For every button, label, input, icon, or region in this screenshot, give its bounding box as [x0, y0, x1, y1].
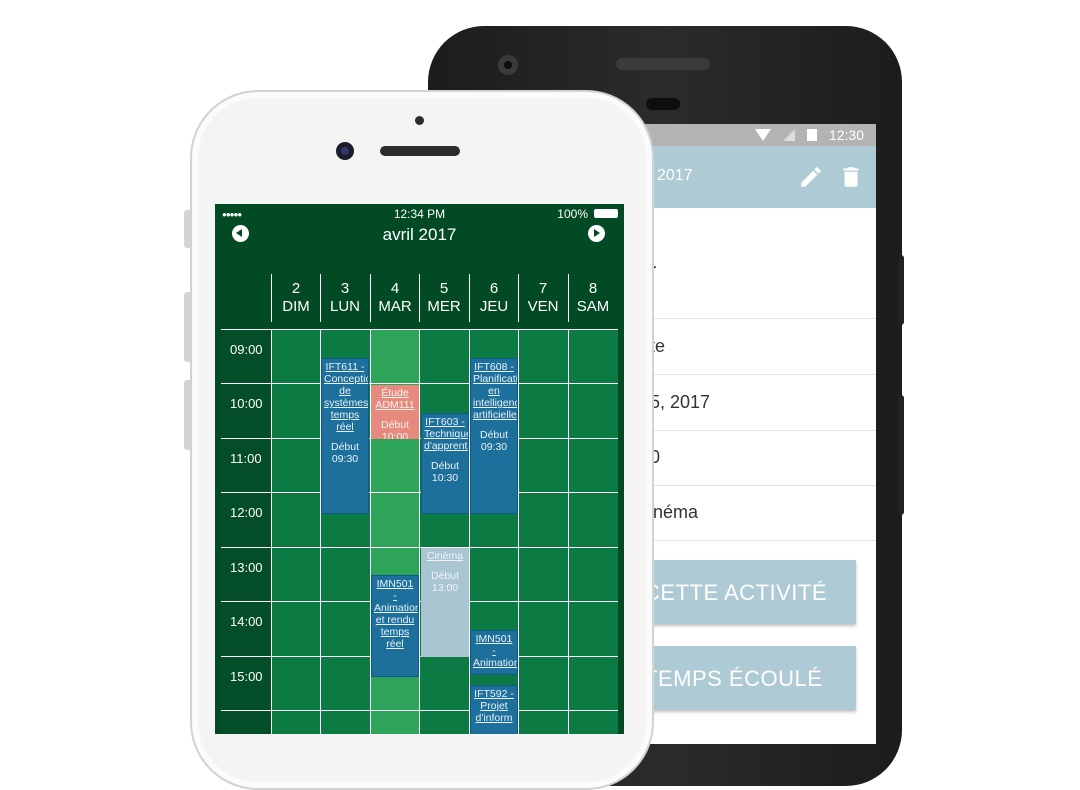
day-number: 4	[390, 280, 400, 297]
week-grid[interactable]: 09:00 10:00 11:00 12:00 13:00 14:00 15:0…	[221, 329, 618, 734]
day-number: 6	[489, 280, 499, 297]
day-header-wed[interactable]: 5 MER	[419, 280, 469, 322]
event-block[interactable]: IFT611 - Conception de systèmes temps ré…	[321, 358, 369, 514]
button-label: TEMPS ÉCOULÉ	[644, 666, 823, 691]
ios-status-bar: ●●●●● 12:34 PM 100%	[215, 204, 624, 222]
grid-line	[221, 438, 618, 439]
iphone-front-camera	[336, 142, 354, 160]
battery-icon	[806, 129, 817, 141]
time-label: 09:00	[230, 342, 263, 357]
time-label: 14:00	[230, 614, 263, 629]
day-number: 5	[439, 280, 449, 297]
event-block[interactable]: IFT608 - Planification en intelligence a…	[470, 358, 518, 514]
day-number: 7	[538, 280, 548, 297]
android-speaker	[616, 58, 710, 70]
grid-line	[221, 383, 618, 384]
ios-calendar-screen: ●●●●● 12:34 PM 100% avril 2017 2 DIM 3 LUN…	[215, 204, 624, 734]
android-sensor	[646, 98, 680, 110]
day-name: JEU	[479, 298, 509, 315]
grid-line	[221, 492, 618, 493]
event-title: IFT611 - Conception de systèmes temps ré…	[324, 361, 369, 433]
grid-line	[221, 329, 618, 330]
event-title: IFT603 - Techniques d'apprentissage	[424, 416, 468, 452]
time-label: 12:00	[230, 505, 263, 520]
event-block[interactable]: Cinéma Début 13:00	[421, 548, 469, 657]
android-side-button	[898, 395, 904, 515]
iphone-volume-down	[184, 380, 190, 450]
event-title: IMN501 - Animation	[473, 633, 518, 669]
grid-line	[419, 329, 420, 734]
time-label: 10:00	[230, 396, 263, 411]
event-block[interactable]: Étude ADM111 Début 10:00	[371, 385, 419, 439]
event-block[interactable]: IMN501 - Animation et rendu temps réel	[371, 575, 419, 677]
battery-icon	[594, 209, 618, 218]
time-label: 13:00	[230, 560, 263, 575]
event-start: Début 10:00	[380, 419, 410, 439]
iphone-volume-up	[184, 292, 190, 362]
event-block[interactable]: IFT603 - Techniques d'apprentissage Débu…	[421, 413, 469, 514]
grid-line	[568, 329, 569, 734]
event-title: IMN501 - Animation et rendu temps réel	[374, 578, 419, 650]
event-start: Début 09:30	[330, 441, 360, 465]
day-number: 2	[291, 280, 301, 297]
event-start: Début 09:30	[479, 429, 509, 453]
day-name: VEN	[527, 298, 559, 315]
day-header-sat[interactable]: 8 SAM	[568, 280, 618, 322]
day-name: SAM	[576, 298, 610, 315]
grid-line	[221, 710, 618, 711]
event-title: Étude ADM111	[375, 387, 415, 411]
event-block[interactable]: IMN501 - Animation	[470, 630, 518, 675]
event-title: IFT592 - Projet d'inform	[474, 688, 514, 724]
event-start: Début 13:00	[430, 570, 460, 594]
month-title: avril 2017	[382, 225, 457, 244]
signal-icon	[782, 129, 795, 141]
time-label: 15:00	[230, 669, 263, 684]
grid-line	[221, 547, 618, 548]
day-name: MER	[427, 298, 461, 315]
grid-line	[518, 329, 519, 734]
day-number: 8	[588, 280, 598, 297]
day-header-thu[interactable]: 6 JEU	[469, 280, 519, 322]
android-status-time: 12:30	[828, 127, 864, 143]
time-label: 11:00	[230, 451, 262, 466]
grid-line	[221, 601, 618, 602]
pencil-icon[interactable]	[798, 164, 824, 190]
event-block[interactable]: IFT592 - Projet d'inform	[470, 685, 518, 734]
next-month-icon[interactable]	[588, 225, 605, 242]
event-title: IFT608 - Planification en intelligence a…	[473, 361, 518, 421]
day-header-fri[interactable]: 7 VEN	[518, 280, 568, 322]
wifi-icon	[754, 129, 771, 141]
trash-icon[interactable]	[838, 164, 864, 190]
toolbar-title: 2017	[657, 167, 693, 184]
iphone-earpiece	[380, 146, 460, 156]
battery-percent: 100%	[557, 207, 588, 221]
grid-line	[271, 329, 272, 734]
event-start: Début 10:30	[430, 460, 460, 484]
button-label: CETTE ACTIVITÉ	[644, 580, 828, 605]
day-number: 3	[340, 280, 350, 297]
android-camera	[498, 55, 518, 75]
day-header-tue[interactable]: 4 MAR	[370, 280, 420, 322]
day-name: MAR	[378, 298, 412, 315]
event-title: Cinéma	[426, 550, 464, 562]
android-volume-button	[898, 255, 904, 325]
iphone-proximity-sensor	[415, 116, 424, 125]
day-name: DIM	[282, 298, 310, 315]
iphone-mute-switch	[184, 210, 190, 248]
day-header-mon[interactable]: 3 LUN	[320, 280, 370, 322]
grid-line	[221, 656, 618, 657]
day-header-sun[interactable]: 2 DIM	[271, 280, 321, 322]
day-name: LUN	[329, 298, 360, 315]
